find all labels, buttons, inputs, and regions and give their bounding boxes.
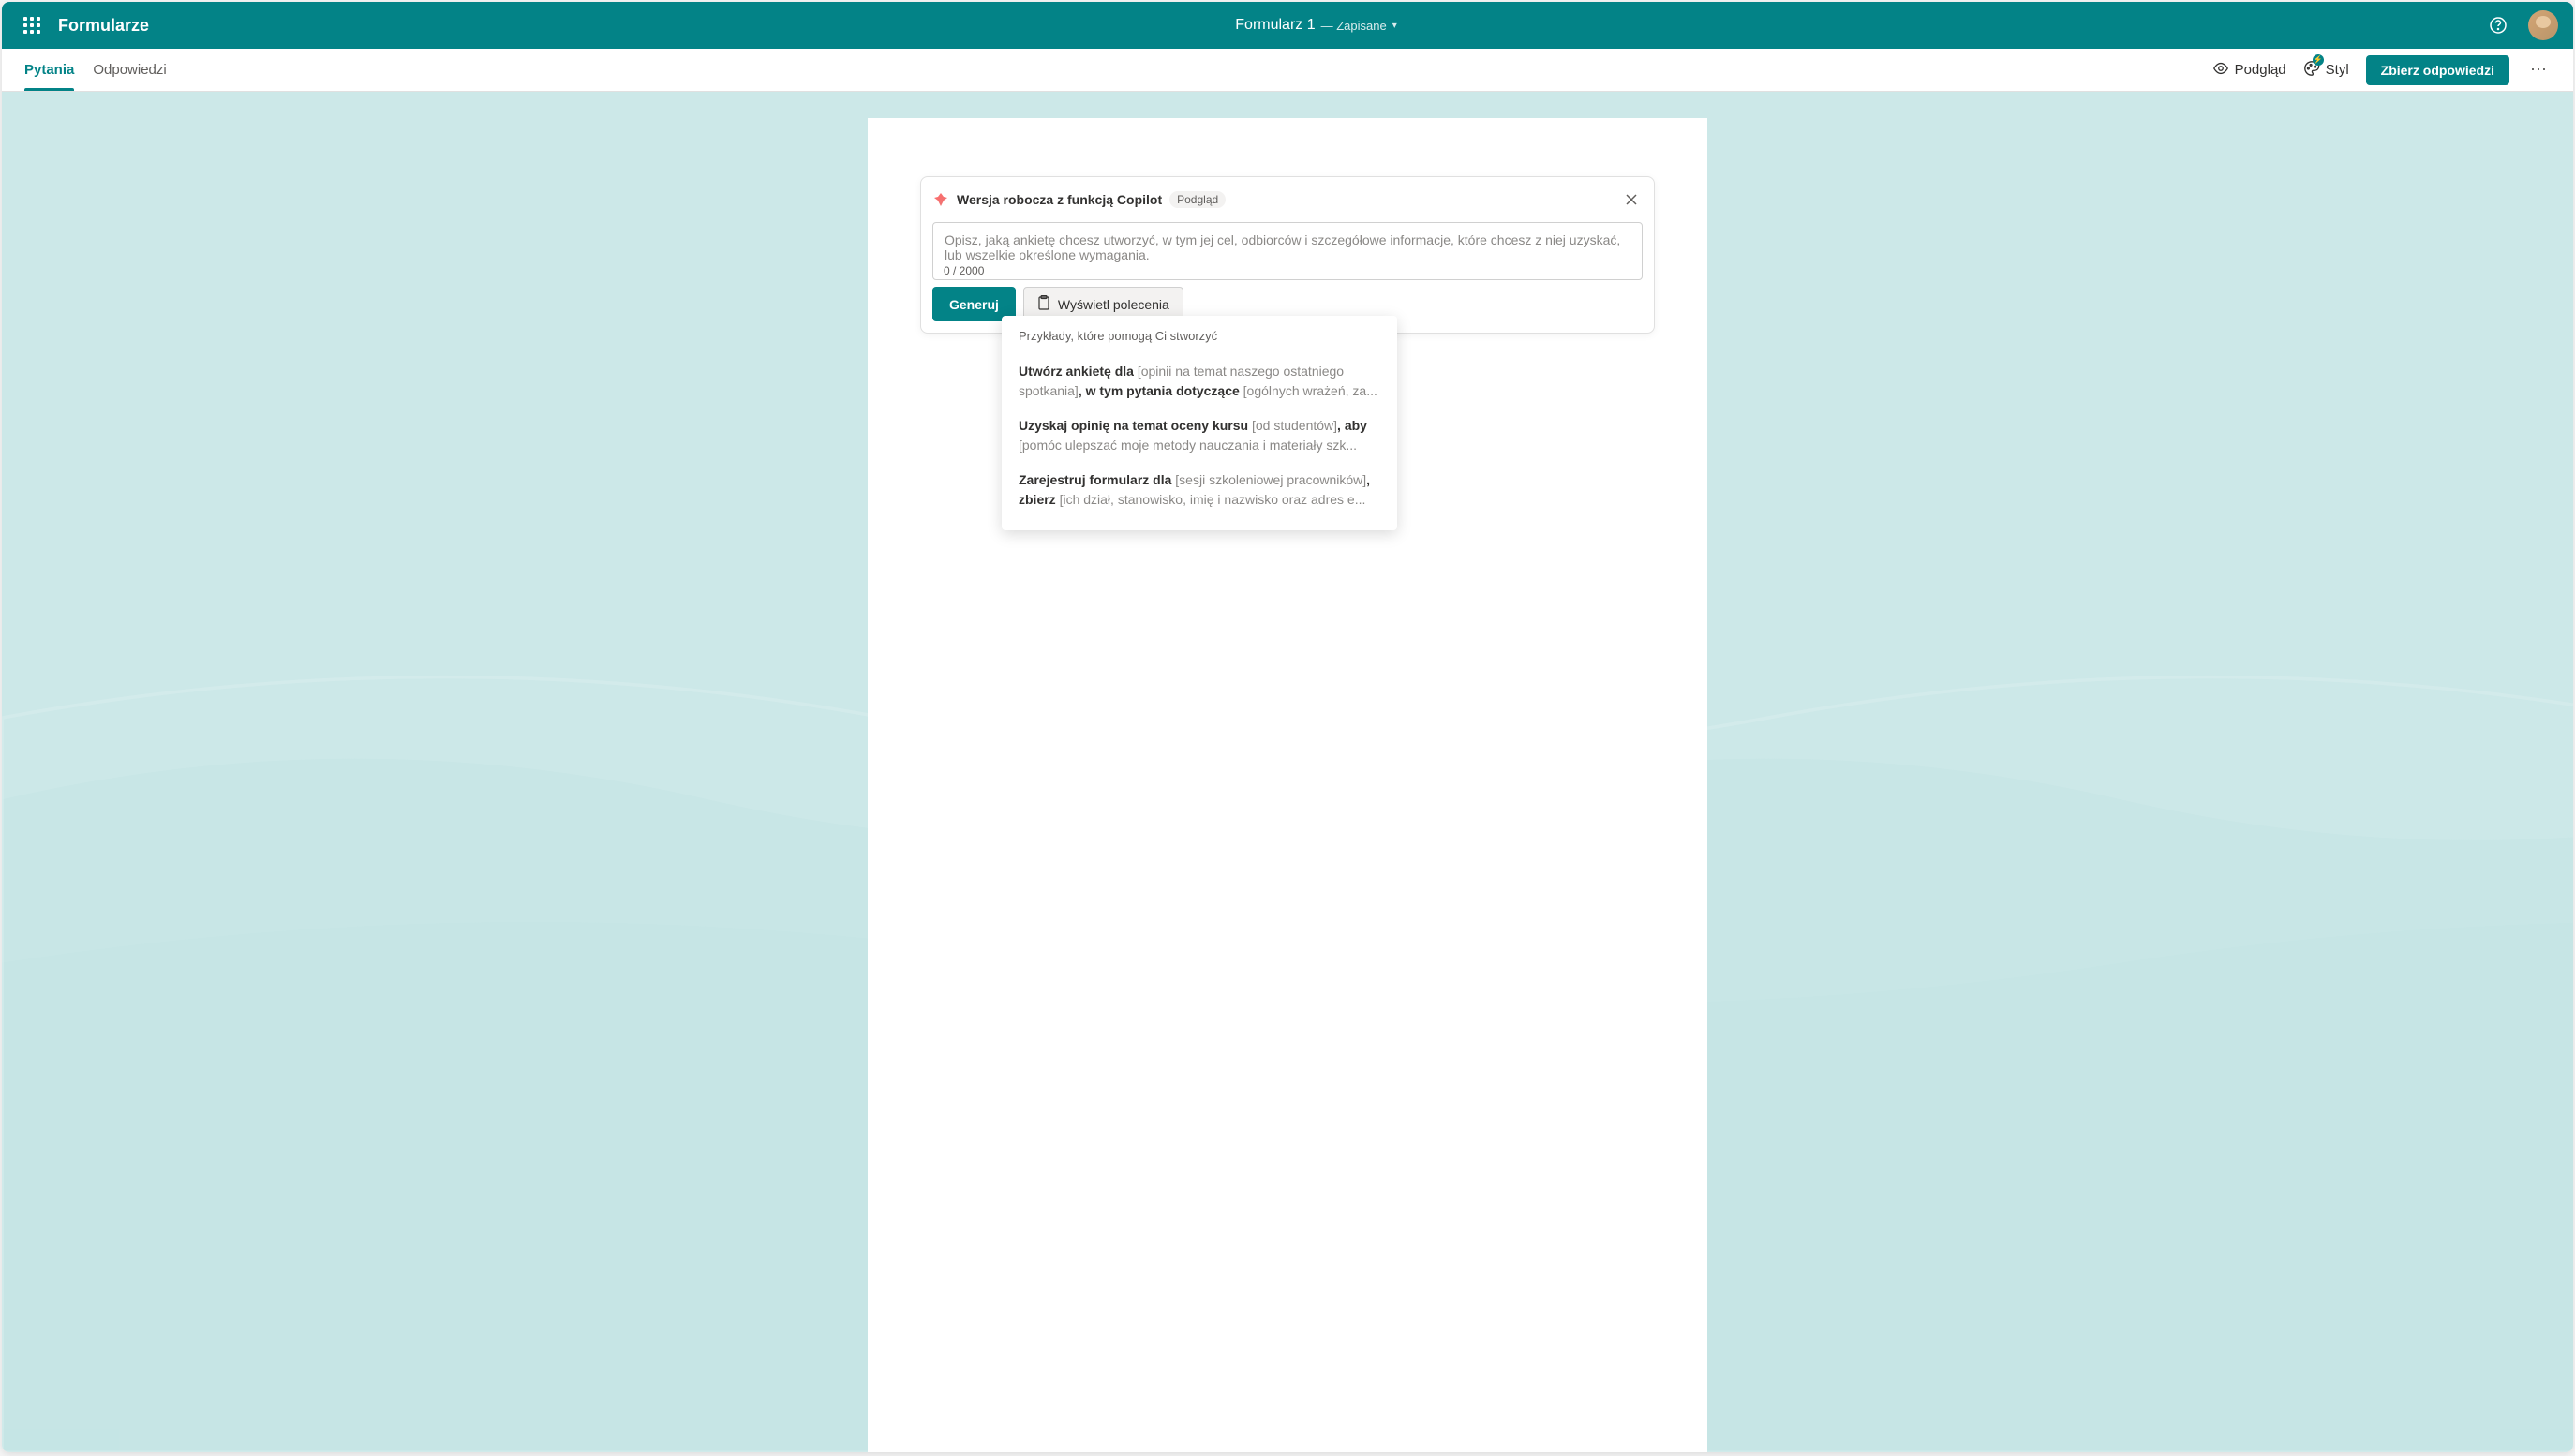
preview-button[interactable]: Podgląd bbox=[2212, 60, 2286, 81]
waffle-icon bbox=[23, 17, 40, 34]
help-button[interactable] bbox=[2483, 10, 2513, 40]
style-button[interactable]: ⚡ Styl bbox=[2303, 60, 2349, 81]
prompt-text-placeholder: [pomóc ulepszać moje metody nauczania i … bbox=[1019, 438, 1357, 453]
document-status: — Zapisane bbox=[1321, 19, 1387, 33]
header-bar: Formularze Formularz 1 — Zapisane ▾ bbox=[2, 2, 2573, 49]
prompt-suggestion-0[interactable]: Utwórz ankietę dla [opinii na temat nasz… bbox=[1019, 354, 1380, 409]
preview-label: Podgląd bbox=[2235, 62, 2286, 78]
app-name[interactable]: Formularze bbox=[58, 16, 149, 36]
copilot-prompt-input[interactable] bbox=[932, 222, 1643, 280]
close-icon bbox=[1625, 193, 1638, 206]
tabs: Pytania Odpowiedzi bbox=[24, 49, 167, 91]
main-area: Wersja robocza z funkcją Copilot Podgląd… bbox=[2, 92, 2573, 1452]
document-title: Formularz 1 bbox=[1235, 17, 1315, 34]
copilot-card: Wersja robocza z funkcją Copilot Podgląd… bbox=[920, 176, 1655, 334]
collect-responses-button[interactable]: Zbierz odpowiedzi bbox=[2366, 55, 2509, 85]
eye-icon bbox=[2212, 60, 2229, 81]
close-copilot-button[interactable] bbox=[1620, 188, 1643, 211]
prompt-text-placeholder: [sesji szkoleniowej pracowników] bbox=[1175, 472, 1366, 487]
prompt-text-bold: Uzyskaj opinię na temat oceny kursu bbox=[1019, 418, 1252, 433]
user-avatar[interactable] bbox=[2528, 10, 2558, 40]
form-canvas: Wersja robocza z funkcją Copilot Podgląd… bbox=[868, 118, 1707, 1452]
app-launcher-button[interactable] bbox=[17, 10, 47, 40]
more-options-button[interactable]: ⋯ bbox=[2526, 60, 2551, 80]
style-label: Styl bbox=[2326, 62, 2349, 78]
prompt-text-placeholder: [od studentów] bbox=[1252, 418, 1337, 433]
clipboard-icon bbox=[1037, 295, 1050, 313]
prompt-suggestion-2[interactable]: Zarejestruj formularz dla [sesji szkolen… bbox=[1019, 463, 1380, 517]
prompt-suggestion-1[interactable]: Uzyskaj opinię na temat oceny kursu [od … bbox=[1019, 409, 1380, 463]
copilot-logo-icon bbox=[932, 191, 949, 208]
document-title-dropdown[interactable]: Formularz 1 — Zapisane ▾ bbox=[1235, 17, 1396, 34]
prompt-text-bold: , aby bbox=[1337, 418, 1367, 433]
tab-questions[interactable]: Pytania bbox=[24, 49, 74, 91]
preview-badge: Podgląd bbox=[1169, 191, 1226, 208]
palette-icon: ⚡ bbox=[2303, 60, 2320, 81]
tab-responses[interactable]: Odpowiedzi bbox=[93, 49, 166, 91]
toolbar: Pytania Odpowiedzi Podgląd bbox=[2, 49, 2573, 92]
prompt-text-placeholder: [ich dział, stanowisko, imię i nazwisko … bbox=[1060, 492, 1366, 507]
prompt-text-placeholder: [ogólnych wrażeń, za... bbox=[1243, 383, 1377, 398]
copilot-title: Wersja robocza z funkcją Copilot bbox=[957, 192, 1162, 207]
prompt-text-bold: Utwórz ankietę dla bbox=[1019, 364, 1138, 379]
prompt-text-bold: Zarejestruj formularz dla bbox=[1019, 472, 1175, 487]
prompt-text-bold: , w tym pytania dotyczące bbox=[1079, 383, 1243, 398]
prompts-dropdown: Przykłady, które pomogą Ci stworzyć Utwó… bbox=[1002, 316, 1397, 530]
prompts-header: Przykłady, które pomogą Ci stworzyć bbox=[1019, 329, 1380, 343]
tab-label: Odpowiedzi bbox=[93, 62, 166, 78]
style-badge-icon: ⚡ bbox=[2313, 54, 2324, 66]
tab-label: Pytania bbox=[24, 62, 74, 78]
show-prompts-label: Wyświetl polecenia bbox=[1058, 297, 1169, 312]
help-icon bbox=[2489, 16, 2508, 35]
chevron-down-icon: ▾ bbox=[1392, 21, 1397, 31]
